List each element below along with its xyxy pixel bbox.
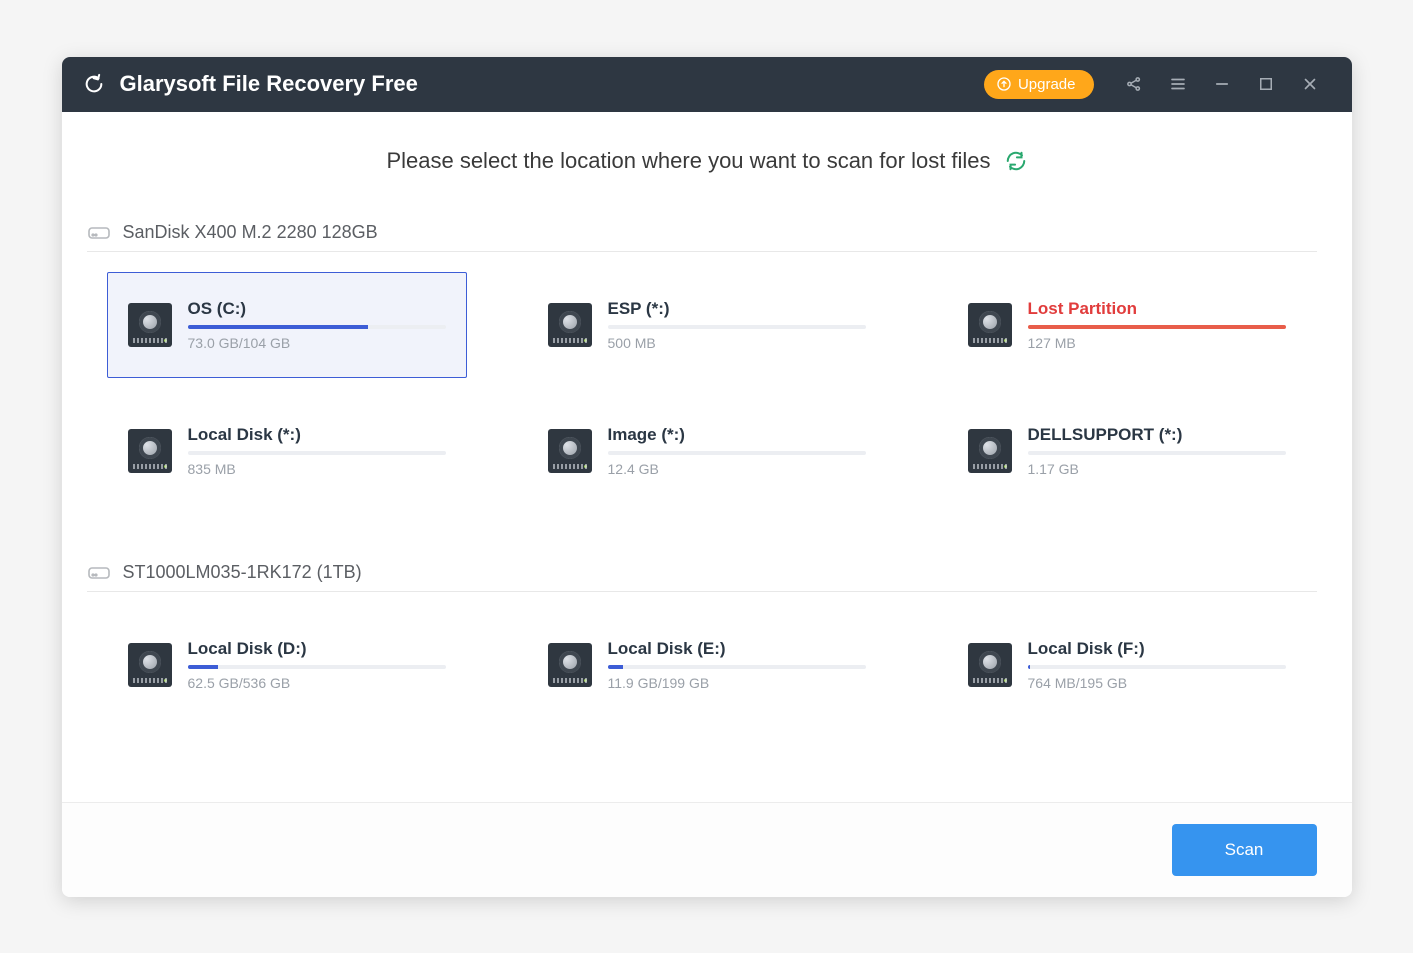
partition-info: Local Disk (D:) 62.5 GB/536 GB bbox=[188, 639, 446, 691]
partition-grid: Local Disk (D:) 62.5 GB/536 GB Local Dis… bbox=[97, 592, 1317, 748]
partition-name: Lost Partition bbox=[1028, 299, 1286, 319]
disk-group: ST1000LM035-1RK172 (1TB) Local Disk (D:)… bbox=[97, 554, 1317, 748]
partition-item[interactable]: DELLSUPPORT (*:) 1.17 GB bbox=[947, 398, 1307, 504]
partition-item[interactable]: Local Disk (D:) 62.5 GB/536 GB bbox=[107, 612, 467, 718]
hard-drive-icon bbox=[87, 222, 111, 242]
partition-size: 12.4 GB bbox=[608, 461, 866, 477]
upgrade-button[interactable]: Upgrade bbox=[984, 70, 1094, 99]
partition-grid: OS (C:) 73.0 GB/104 GB ESP (*:) 500 MB L… bbox=[97, 252, 1317, 534]
partition-usage-bar bbox=[1028, 325, 1286, 329]
partition-size: 11.9 GB/199 GB bbox=[608, 675, 866, 691]
app-logo-icon bbox=[82, 72, 106, 96]
partition-item[interactable]: OS (C:) 73.0 GB/104 GB bbox=[107, 272, 467, 378]
close-icon[interactable] bbox=[1298, 72, 1322, 96]
disk-label: SanDisk X400 M.2 2280 128GB bbox=[123, 222, 378, 243]
title-bar: Glarysoft File Recovery Free Upgrade bbox=[62, 57, 1352, 112]
disk-group: SanDisk X400 M.2 2280 128GB OS (C:) 73.0… bbox=[97, 214, 1317, 534]
partition-size: 500 MB bbox=[608, 335, 866, 351]
partition-usage-bar bbox=[608, 451, 866, 455]
partition-item[interactable]: Local Disk (*:) 835 MB bbox=[107, 398, 467, 504]
partition-usage-bar bbox=[188, 451, 446, 455]
partition-drive-icon bbox=[548, 303, 592, 347]
refresh-icon[interactable] bbox=[1005, 150, 1027, 172]
partition-name: Image (*:) bbox=[608, 425, 866, 445]
partition-info: Local Disk (*:) 835 MB bbox=[188, 425, 446, 477]
partition-info: OS (C:) 73.0 GB/104 GB bbox=[188, 299, 446, 351]
partition-usage-bar bbox=[1028, 665, 1286, 669]
menu-icon[interactable] bbox=[1166, 72, 1190, 96]
partition-name: Local Disk (E:) bbox=[608, 639, 866, 659]
instruction-text: Please select the location where you wan… bbox=[386, 148, 990, 174]
partition-usage-bar bbox=[1028, 451, 1286, 455]
partition-drive-icon bbox=[968, 643, 1012, 687]
partition-size: 62.5 GB/536 GB bbox=[188, 675, 446, 691]
partition-item[interactable]: Local Disk (F:) 764 MB/195 GB bbox=[947, 612, 1307, 718]
app-window: Glarysoft File Recovery Free Upgrade bbox=[62, 57, 1352, 897]
partition-drive-icon bbox=[968, 303, 1012, 347]
partition-info: ESP (*:) 500 MB bbox=[608, 299, 866, 351]
partition-name: Local Disk (F:) bbox=[1028, 639, 1286, 659]
partition-drive-icon bbox=[548, 643, 592, 687]
partition-item[interactable]: ESP (*:) 500 MB bbox=[527, 272, 887, 378]
disk-label: ST1000LM035-1RK172 (1TB) bbox=[123, 562, 362, 583]
partition-info: Local Disk (E:) 11.9 GB/199 GB bbox=[608, 639, 866, 691]
partition-size: 127 MB bbox=[1028, 335, 1286, 351]
app-title: Glarysoft File Recovery Free bbox=[120, 71, 418, 97]
partition-info: Local Disk (F:) 764 MB/195 GB bbox=[1028, 639, 1286, 691]
share-icon[interactable] bbox=[1122, 72, 1146, 96]
instruction-row: Please select the location where you wan… bbox=[97, 148, 1317, 174]
partition-size: 1.17 GB bbox=[1028, 461, 1286, 477]
partition-name: DELLSUPPORT (*:) bbox=[1028, 425, 1286, 445]
partition-drive-icon bbox=[968, 429, 1012, 473]
hard-drive-icon bbox=[87, 562, 111, 582]
partition-name: Local Disk (*:) bbox=[188, 425, 446, 445]
partition-item[interactable]: Local Disk (E:) 11.9 GB/199 GB bbox=[527, 612, 887, 718]
partition-item[interactable]: Image (*:) 12.4 GB bbox=[527, 398, 887, 504]
maximize-icon[interactable] bbox=[1254, 72, 1278, 96]
minimize-icon[interactable] bbox=[1210, 72, 1234, 96]
partition-drive-icon bbox=[128, 643, 172, 687]
partition-usage-bar bbox=[608, 665, 866, 669]
partition-usage-bar bbox=[188, 325, 446, 329]
disk-header: SanDisk X400 M.2 2280 128GB bbox=[87, 214, 1317, 252]
partition-size: 73.0 GB/104 GB bbox=[188, 335, 446, 351]
partition-drive-icon bbox=[128, 303, 172, 347]
partition-name: ESP (*:) bbox=[608, 299, 866, 319]
partition-info: Image (*:) 12.4 GB bbox=[608, 425, 866, 477]
partition-size: 835 MB bbox=[188, 461, 446, 477]
partition-item[interactable]: Lost Partition 127 MB bbox=[947, 272, 1307, 378]
partition-usage-bar bbox=[608, 325, 866, 329]
partition-name: Local Disk (D:) bbox=[188, 639, 446, 659]
partition-info: DELLSUPPORT (*:) 1.17 GB bbox=[1028, 425, 1286, 477]
partition-drive-icon bbox=[128, 429, 172, 473]
partition-info: Lost Partition 127 MB bbox=[1028, 299, 1286, 351]
scan-button[interactable]: Scan bbox=[1172, 824, 1317, 876]
disk-header: ST1000LM035-1RK172 (1TB) bbox=[87, 554, 1317, 592]
partition-drive-icon bbox=[548, 429, 592, 473]
content-area: Please select the location where you wan… bbox=[62, 112, 1352, 802]
partition-usage-bar bbox=[188, 665, 446, 669]
footer: Scan bbox=[62, 802, 1352, 897]
partition-size: 764 MB/195 GB bbox=[1028, 675, 1286, 691]
upgrade-label: Upgrade bbox=[1018, 76, 1076, 93]
partition-name: OS (C:) bbox=[188, 299, 446, 319]
disk-list: SanDisk X400 M.2 2280 128GB OS (C:) 73.0… bbox=[97, 214, 1317, 748]
